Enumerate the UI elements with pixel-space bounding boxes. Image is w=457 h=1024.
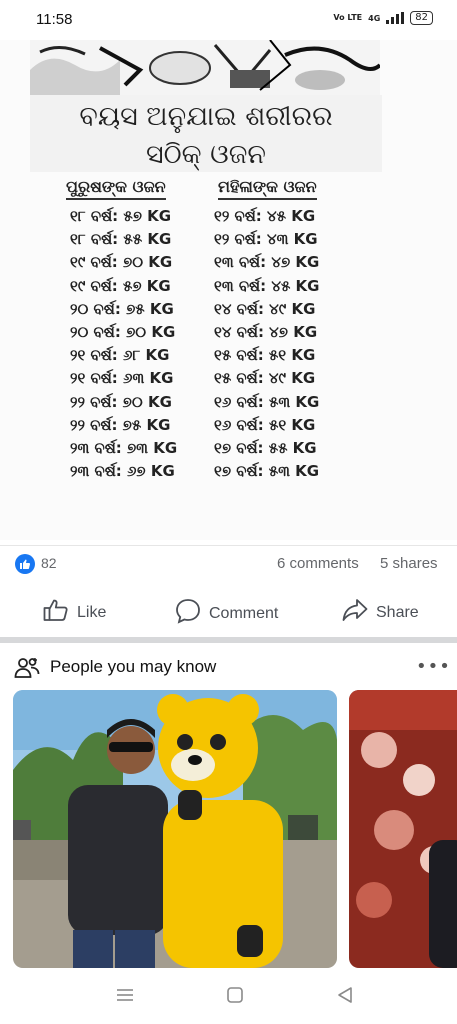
share-label: Share xyxy=(376,603,419,621)
people-you-may-know-header: People you may know ••• xyxy=(0,650,457,686)
women-weight-row: ୧୩ ବର୍ଷ: ୪୫ KG xyxy=(214,276,320,295)
women-weight-row: ୧୭ ବର୍ଷ: ୫୫ KG xyxy=(214,438,317,457)
network-type: 4G xyxy=(368,13,381,23)
men-weight-row: ୨୧ ବର୍ଷ: ୬୩ KG xyxy=(70,369,174,388)
post-title-line2: ସଠିକ୍ ଓଜନ xyxy=(145,139,266,170)
women-weight-row: ୧୨ ବର୍ଷ: ୪୫ KG xyxy=(214,207,316,225)
comic-illustration xyxy=(30,40,380,95)
men-weight-row: ୨୩ ବର୍ଷ: ୬୭ KG xyxy=(70,462,175,481)
men-weight-row: ୧୮ ବର୍ଷ: ୫୭ KG xyxy=(70,207,172,225)
men-weight-row: ୨୦ ବର୍ଷ: ୭୫ KG xyxy=(70,299,174,318)
share-button[interactable]: Share xyxy=(342,598,419,627)
women-weight-row: ୧୩ ବର୍ଷ: ୪୭ KG xyxy=(214,253,320,272)
shares-count[interactable]: 5 shares xyxy=(380,555,438,572)
home-icon[interactable] xyxy=(226,986,244,1008)
men-weight-row: ୧୮ ବର୍ଷ: ୫୫ KG xyxy=(70,230,172,249)
status-icons: Vo LTE 4G 82 xyxy=(333,11,433,25)
system-navigation-bar xyxy=(0,968,457,1024)
women-weight-row: ୧୬ ବର୍ଷ: ୫୩ KG xyxy=(214,392,320,411)
comment-bubble-icon xyxy=(175,598,201,629)
women-weight-row: ୧୬ ବର୍ଷ: ୫୧ KG xyxy=(214,415,316,434)
post-title-line1: ବୟସ ଅନୁଯାଇ ଶରୀରର xyxy=(79,101,333,132)
thumbs-up-icon xyxy=(43,598,69,627)
reactions-summary: 82 6 comments 5 shares xyxy=(0,545,457,579)
like-label: Like xyxy=(77,603,107,621)
like-count[interactable]: 82 xyxy=(41,555,57,571)
more-dots-icon[interactable]: ••• xyxy=(416,656,451,677)
men-weight-row: ୨୦ ବର୍ଷ: ୭୦ KG xyxy=(70,322,176,341)
signal-icon xyxy=(386,12,405,24)
volte-indicator: Vo LTE xyxy=(333,13,363,22)
suggested-person-photo xyxy=(13,690,337,968)
women-weight-row: ୧୪ ବର୍ଷ: ୪୭ KG xyxy=(214,322,318,341)
women-weight-row: ୧୪ ବର୍ଷ: ୪୯ KG xyxy=(214,299,316,318)
status-bar: 11:58 Vo LTE 4G 82 xyxy=(0,0,457,40)
recent-apps-icon[interactable] xyxy=(116,986,134,1008)
suggested-person-card[interactable] xyxy=(13,690,337,968)
men-weight-row: ୨୨ ବର୍ଷ: ୭୦ KG xyxy=(70,392,172,411)
comment-button[interactable]: Comment xyxy=(175,598,278,629)
back-icon[interactable] xyxy=(336,986,354,1008)
suggested-person-photo xyxy=(349,690,457,968)
women-weight-header: ମହିଳାଙ୍କ ଓଜନ xyxy=(218,177,317,200)
women-weight-row: ୧୨ ବର୍ଷ: ୪୩ KG xyxy=(214,230,318,249)
women-weight-list: ୧୨ ବର୍ଷ: ୪୫ KG ୧୨ ବର୍ଷ: ୪୩ KG ୧୩ ବର୍ଷ: ୪… xyxy=(214,205,319,483)
post-actions: Like Comment Share xyxy=(0,588,457,632)
section-separator xyxy=(0,637,457,643)
men-weight-row: ୨୧ ବର୍ଷ: ୬୮ KG xyxy=(70,346,170,365)
post-title: ବୟସ ଅନୁଯାଇ ଶରୀରର ସଠିକ୍ ଓଜନ xyxy=(30,98,382,174)
people-icon xyxy=(14,656,40,684)
people-you-may-know-title: People you may know xyxy=(50,657,217,676)
men-weight-list: ୧୮ ବର୍ଷ: ୫୭ KG ୧୮ ବର୍ଷ: ୫୫ KG ୧୯ ବର୍ଷ: ୭… xyxy=(70,205,177,483)
comment-label: Comment xyxy=(209,604,279,622)
men-weight-row: ୧୯ ବର୍ଷ: ୫୭ KG xyxy=(70,276,171,295)
men-weight-row: ୧୯ ବର୍ଷ: ୭୦ KG xyxy=(70,253,173,272)
women-weight-row: ୧୫ ବର୍ଷ: ୪୯ KG xyxy=(214,369,316,388)
post-image[interactable]: ବୟସ ଅନୁଯାଇ ଶରୀରର ସଠିକ୍ ଓଜନ ପୁରୁଷଙ୍କ ଓଜନ … xyxy=(0,40,457,540)
like-button[interactable]: Like xyxy=(43,598,106,627)
comments-count[interactable]: 6 comments xyxy=(277,555,359,572)
suggested-person-card[interactable] xyxy=(349,690,457,968)
women-weight-row: ୧୭ ବର୍ଷ: ୫୩ KG xyxy=(214,462,320,481)
battery-icon: 82 xyxy=(410,11,433,25)
status-time: 11:58 xyxy=(36,11,73,28)
men-weight-header: ପୁରୁଷଙ୍କ ଓଜନ xyxy=(66,177,166,200)
men-weight-row: ୨୩ ବର୍ଷ: ୭୩ KG xyxy=(70,438,178,457)
women-weight-row: ୧୫ ବର୍ଷ: ୫୧ KG xyxy=(214,346,316,365)
share-arrow-icon xyxy=(342,598,368,627)
men-weight-row: ୨୨ ବର୍ଷ: ୭୫ KG xyxy=(70,415,171,434)
like-reaction-icon[interactable] xyxy=(15,554,35,574)
